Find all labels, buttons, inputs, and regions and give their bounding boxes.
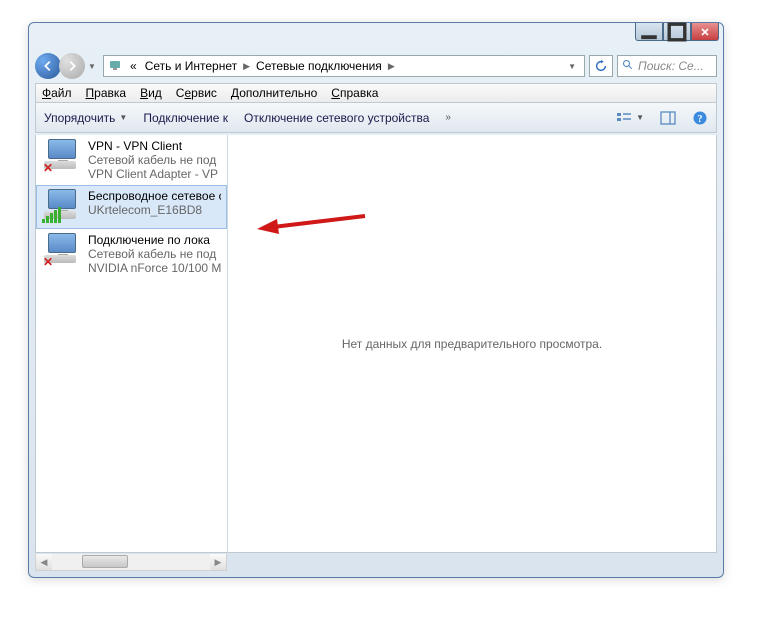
connection-status: Сетевой кабель не под: [88, 153, 218, 167]
scroll-right-arrow[interactable]: ▶: [210, 554, 226, 570]
maximize-button[interactable]: [663, 23, 691, 41]
address-bar[interactable]: « Сеть и Интернет ▶ Сетевые подключения …: [103, 55, 585, 77]
disable-device-button[interactable]: Отключение сетевого устройства: [244, 111, 429, 125]
connection-item-vpn[interactable]: ✕ VPN - VPN Client Сетевой кабель не под…: [36, 135, 227, 185]
menu-edit[interactable]: Правка: [86, 86, 127, 100]
connection-name: Подключение по лока: [88, 233, 221, 247]
menu-advanced[interactable]: Дополнительно: [231, 86, 317, 100]
menu-tools[interactable]: Сервис: [176, 86, 217, 100]
search-input[interactable]: Поиск: Се...: [617, 55, 717, 77]
connection-status: Сетевой кабель не под: [88, 247, 221, 261]
connect-to-button[interactable]: Подключение к: [143, 111, 228, 125]
breadcrumb-item[interactable]: Сетевые подключения: [254, 59, 384, 73]
overflow-chevron[interactable]: »: [445, 112, 451, 123]
menu-file[interactable]: Файл: [42, 86, 72, 100]
address-dropdown[interactable]: ▼: [564, 62, 580, 71]
search-placeholder: Поиск: Се...: [638, 59, 704, 73]
nav-bar: ▼ « Сеть и Интернет ▶ Сетевые подключени…: [35, 51, 717, 81]
organize-button[interactable]: Упорядочить ▼: [44, 111, 127, 125]
connection-item-wireless[interactable]: Беспроводное сетевое соединение UKrtelec…: [36, 185, 227, 229]
breadcrumb-prefix: «: [128, 59, 139, 73]
scroll-left-arrow[interactable]: ◀: [36, 554, 52, 570]
connection-device: UKrtelecom_E16BD8: [88, 203, 221, 217]
preview-empty-text: Нет данных для предварительного просмотр…: [342, 337, 602, 351]
chevron-right-icon[interactable]: ▶: [388, 61, 395, 72]
help-button[interactable]: ?: [692, 110, 708, 126]
network-adapter-icon: ✕: [42, 139, 82, 175]
connection-name: Беспроводное сетевое соединение: [88, 189, 221, 203]
back-button[interactable]: [35, 53, 61, 79]
chevron-right-icon[interactable]: ▶: [243, 61, 250, 72]
network-adapter-icon: [42, 189, 82, 225]
horizontal-scrollbar[interactable]: ◀ ▶: [35, 554, 227, 571]
command-bar: Упорядочить ▼ Подключение к Отключение с…: [35, 103, 717, 133]
preview-pane: Нет данных для предварительного просмотр…: [228, 135, 716, 552]
connection-item-lan[interactable]: ✕ Подключение по лока Сетевой кабель не …: [36, 229, 227, 279]
connection-name: VPN - VPN Client: [88, 139, 218, 153]
refresh-button[interactable]: [589, 55, 613, 77]
minimize-button[interactable]: [635, 23, 663, 41]
menu-bar: Файл Правка Вид Сервис Дополнительно Спр…: [35, 83, 717, 103]
location-icon: [108, 58, 124, 74]
breadcrumb-item[interactable]: Сеть и Интернет: [143, 59, 239, 73]
disconnected-x-icon: ✕: [42, 161, 54, 173]
connection-list: ✕ VPN - VPN Client Сетевой кабель не под…: [36, 135, 228, 552]
menu-help[interactable]: Справка: [331, 86, 378, 100]
menu-view[interactable]: Вид: [140, 86, 162, 100]
forward-button[interactable]: [59, 53, 85, 79]
disconnected-x-icon: ✕: [42, 255, 54, 267]
content-area: ✕ VPN - VPN Client Сетевой кабель не под…: [35, 135, 717, 553]
connection-device: VPN Client Adapter - VP: [88, 167, 218, 181]
svg-text:?: ?: [698, 114, 703, 125]
window-titlebar[interactable]: [29, 23, 723, 51]
signal-bars-icon: [42, 207, 61, 223]
network-adapter-icon: ✕: [42, 233, 82, 269]
scroll-track[interactable]: [52, 554, 210, 570]
connection-device: NVIDIA nForce 10/100 M: [88, 261, 221, 275]
close-button[interactable]: [691, 23, 719, 41]
preview-pane-button[interactable]: [660, 111, 676, 125]
view-options-button[interactable]: ▼: [616, 111, 644, 125]
nav-history-dropdown[interactable]: ▼: [85, 62, 99, 71]
scroll-thumb[interactable]: [82, 555, 128, 568]
explorer-window: ▼ « Сеть и Интернет ▶ Сетевые подключени…: [28, 22, 724, 578]
search-icon: [622, 59, 634, 74]
